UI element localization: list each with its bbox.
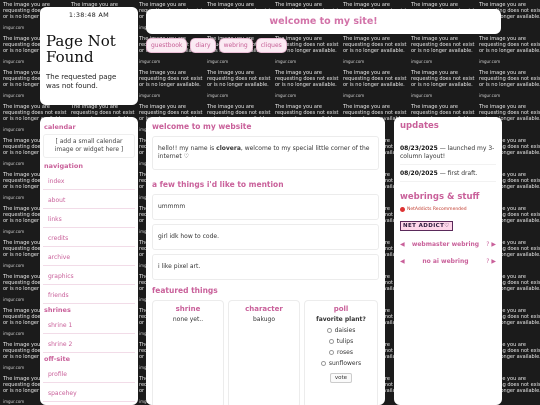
webring-prev-icon[interactable]: ◀ [400,258,405,265]
vote-button[interactable]: vote [329,373,353,383]
update-item: 08/20/2025 — first draft. [400,170,496,182]
netaddicts-small-badge[interactable]: NetAddicts Recommended [400,207,496,212]
background-tile: The image you arerequesting does not exi… [411,70,475,98]
featured-heading: featured things [152,286,218,295]
poll-option-tulips[interactable]: tulips [307,338,375,345]
webring-random-icon[interactable]: ? [486,241,489,248]
poll-option-daisies[interactable]: daisies [307,327,375,334]
radio-icon[interactable] [328,339,334,344]
background-tile: The image you arerequesting does not exi… [275,70,339,98]
update-date: 08/20/2025 [400,170,438,177]
webring-next-icon[interactable]: ▶ [491,241,496,248]
background-tile: The image you arerequesting does not exi… [479,36,540,64]
nav-cliques[interactable]: cliques [255,38,287,53]
poll-question: favorite plant? [316,316,366,323]
error-title: Page Not Found [46,32,116,66]
featured-row: shrine none yet.. character bakugo poll … [152,300,379,405]
poll-option-label: sunflowers [328,360,362,367]
mention-item: ummmm [152,194,379,220]
featured-shrine-value: none yet.. [172,316,204,323]
calendar-placeholder: [ add a small calendar image or widget h… [43,134,135,158]
webrings-heading: webrings & stuff [400,192,480,202]
net-addict-badge[interactable]: NET ADDICT♡ [400,221,453,231]
background-tile: The image you arerequesting does not exi… [139,70,203,98]
featured-character-value: bakugo [252,316,276,323]
webring-webmaster: ◀ webmaster webring ? ▶ [400,241,496,248]
calendar-heading: calendar [44,123,76,131]
webring-next-icon[interactable]: ▶ [491,258,496,265]
nav-diary[interactable]: diary [190,38,216,53]
featured-character-title: character [245,305,283,313]
welcome-heading: welcome to my website [152,122,252,131]
sidebar-link-links[interactable]: links [43,211,135,228]
main-content: welcome to my website hello!! my name is… [146,117,385,405]
webring-random-icon[interactable]: ? [486,258,489,265]
featured-shrine-card: shrine none yet.. [152,300,224,405]
right-sidebar: updates 08/23/2025 — launched my 3-colum… [394,117,502,405]
poll-option-label: daisies [334,327,356,334]
webring-no-ai: ◀ no ai webring ? ▶ [400,258,496,265]
background-tile: The image you arerequesting does not exi… [411,36,475,64]
webring-name[interactable]: webmaster webring [412,241,479,248]
updates-heading: updates [400,121,439,131]
mention-item: i like pixel art. [152,254,379,280]
webring-prev-icon[interactable]: ◀ [400,241,405,248]
radio-icon[interactable] [320,361,326,366]
sidebar-link-index[interactable]: index [43,173,135,190]
sidebar-link-graphics[interactable]: graphics [43,268,135,285]
background-tile: The image you arerequesting does not exi… [207,70,271,98]
clock: 1:38:48 AM [68,11,110,19]
sidebar-link-spacehey[interactable]: spacehey [43,385,135,402]
update-date: 08/23/2025 [400,145,438,152]
webring-name[interactable]: no ai webring [422,258,468,265]
mention-heading: a few things i'd like to mention [152,180,284,189]
featured-character-card: character bakugo [228,300,300,405]
poll-option-label: roses [337,349,353,356]
update-item: 08/23/2025 — launched my 3-column layout… [400,145,496,165]
sidebar-link-about[interactable]: about [43,192,135,209]
offsite-heading: off-site [44,355,71,363]
background-tile: The image you arerequesting does not exi… [479,70,540,98]
update-text: — first draft. [437,170,478,177]
left-sidebar: calendar [ add a small calendar image or… [40,117,138,405]
shrines-heading: shrines [44,306,71,314]
welcome-name: clovera [216,145,241,152]
poll-option-roses[interactable]: roses [307,349,375,356]
sidebar-link-archive[interactable]: archive [43,249,135,266]
poll-title: poll [333,305,349,313]
poll-option-sunflowers[interactable]: sunflowers [307,360,375,367]
sidebar-link-profile[interactable]: profile [43,366,135,383]
sidebar-link-credits[interactable]: credits [43,230,135,247]
nav-webring[interactable]: webring [218,38,253,53]
badge-dot-icon [400,207,405,212]
sidebar-link-friends[interactable]: friends [43,287,135,304]
welcome-text-pre: hello!! my name is [158,145,217,152]
featured-shrine-title: shrine [175,305,201,313]
sidebar-link-shrine-2[interactable]: shrine 2 [43,336,135,353]
navigation-heading: navigation [44,162,83,170]
top-nav: guestbook diary webring cliques [146,38,287,53]
error-panel: 1:38:48 AM Page Not Found The requested … [40,7,138,105]
welcome-box: hello!! my name is clovera, welcome to m… [152,136,379,170]
mention-item: girl idk how to code. [152,224,379,250]
site-title: welcome to my site! [269,16,378,27]
sidebar-link-shrine-1[interactable]: shrine 1 [43,317,135,334]
radio-icon[interactable] [326,328,332,333]
nav-guestbook[interactable]: guestbook [146,38,188,53]
poll-option-label: tulips [336,338,354,345]
radio-icon[interactable] [329,350,335,355]
poll-card: poll favorite plant? daisies tulips rose… [304,300,378,405]
error-message: The requested page was not found. [46,73,117,90]
background-tile: The image you arerequesting does not exi… [343,36,407,64]
badge-small-label: NetAddicts Recommended [407,207,467,212]
header: welcome to my site! [146,9,501,34]
background-tile: The image you arerequesting does not exi… [343,70,407,98]
